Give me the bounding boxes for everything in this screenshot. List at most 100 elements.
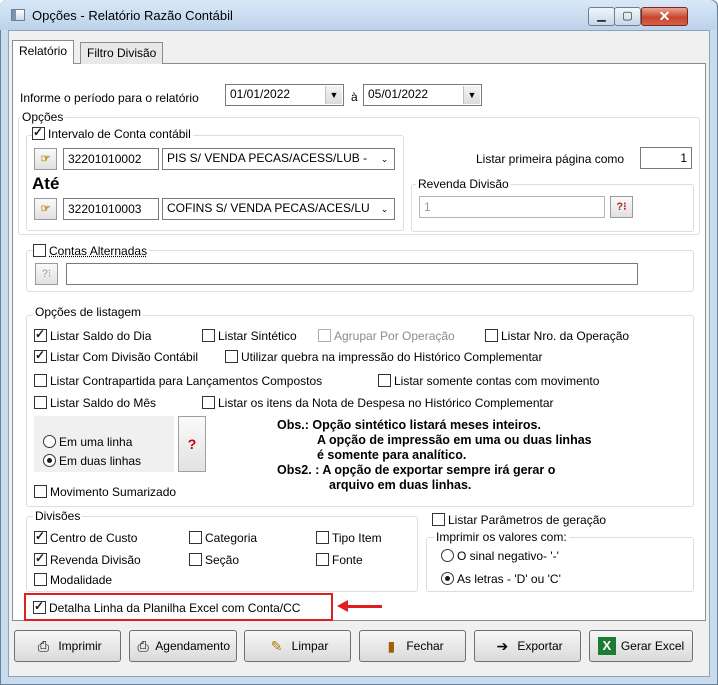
conta-de-name[interactable]: PIS S/ VENDA PECAS/ACESS/LUB - ⌄ xyxy=(162,148,395,170)
date-to-value: 05/01/2022 xyxy=(368,87,429,101)
radio[interactable] xyxy=(43,454,56,468)
arrow-icon xyxy=(346,605,382,608)
fechar-label: Fechar xyxy=(406,639,444,653)
radio-duas-linhas[interactable]: Em duas linhas xyxy=(43,453,141,468)
divisoes-title: Divisões xyxy=(33,509,83,523)
date-to-field[interactable]: 05/01/2022 ▼ xyxy=(363,84,482,106)
label: Listar Sintético xyxy=(218,328,297,343)
contas-alternadas-checkbox[interactable]: Contas Alternadas xyxy=(33,243,150,258)
obs-line: é somente para analítico. xyxy=(317,448,467,462)
chk-categoria[interactable]: Categoria xyxy=(189,530,257,545)
contas-alternadas-check-box[interactable] xyxy=(33,244,46,258)
export-icon: ➔ xyxy=(496,638,509,654)
chk-revenda-divisao[interactable]: Revenda Divisão xyxy=(34,551,141,567)
chk-fonte[interactable]: Fonte xyxy=(316,552,363,567)
lookup-account-icon[interactable]: ☞ xyxy=(34,148,57,170)
label: Modalidade xyxy=(50,572,113,587)
chk-movimento-sumarizado[interactable]: Movimento Sumarizado xyxy=(34,484,176,499)
minimize-button[interactable]: ▁ xyxy=(588,7,615,26)
periodo-label: Informe o período para o relatório xyxy=(20,91,199,105)
radio-uma-linha[interactable]: Em uma linha xyxy=(43,434,132,449)
radio[interactable] xyxy=(43,435,56,449)
checkbox[interactable] xyxy=(225,350,238,364)
help-question-icon[interactable]: ? xyxy=(178,416,206,472)
chk-tipo-item[interactable]: Tipo Item xyxy=(316,530,382,545)
obs-line: Obs.: Opção sintético listará meses inte… xyxy=(277,418,541,432)
chk-secao[interactable]: Seção xyxy=(189,552,239,567)
chk-contas-com-movimento[interactable]: Listar somente contas com movimento xyxy=(378,373,599,388)
maximize-icon: ▢ xyxy=(622,10,633,22)
label: O sinal negativo- '-' xyxy=(457,548,559,563)
checkbox[interactable] xyxy=(202,329,215,343)
checkbox[interactable] xyxy=(189,553,202,567)
checkbox[interactable] xyxy=(34,529,47,545)
chk-quebra-historico[interactable]: Utilizar quebra na impressão do Históric… xyxy=(225,349,542,364)
checkbox[interactable] xyxy=(34,348,47,364)
fechar-button[interactable]: ▮ Fechar xyxy=(359,630,466,662)
primeira-pagina-input[interactable]: 1 xyxy=(640,147,692,169)
label: Utilizar quebra na impressão do Históric… xyxy=(241,349,543,364)
revenda-input[interactable]: 1 xyxy=(419,196,605,218)
gerar-excel-button[interactable]: X Gerar Excel xyxy=(589,630,693,662)
printer-icon: ⎙ xyxy=(37,638,49,654)
checkbox[interactable] xyxy=(34,551,47,567)
conta-de-name-value: PIS S/ VENDA PECAS/ACESS/LUB - xyxy=(167,151,368,165)
chk-listar-saldo-mes[interactable]: Listar Saldo do Mês xyxy=(34,395,156,410)
broom-icon: ✎ xyxy=(270,638,283,654)
chk-listar-parametros[interactable]: Listar Parâmetros de geração xyxy=(432,512,606,527)
exportar-button[interactable]: ➔ Exportar xyxy=(474,630,581,662)
chevron-down-icon[interactable]: ▼ xyxy=(463,86,480,104)
chk-listar-sintetico[interactable]: Listar Sintético xyxy=(202,328,297,343)
checkbox[interactable] xyxy=(34,573,47,587)
highlight-box xyxy=(24,593,333,621)
checkbox[interactable] xyxy=(316,531,329,545)
radio[interactable] xyxy=(441,549,454,563)
close-icon: ✕ xyxy=(658,8,671,24)
label: Listar os itens da Nota de Despesa no Hi… xyxy=(218,395,554,410)
tab-relatorio[interactable]: Relatório xyxy=(12,40,75,64)
contas-alternadas-input[interactable] xyxy=(66,263,638,285)
checkbox[interactable] xyxy=(432,513,445,527)
conta-de-code[interactable]: 32201010002 xyxy=(63,148,159,170)
close-button[interactable]: ✕ xyxy=(641,7,688,26)
checkbox[interactable] xyxy=(316,553,329,567)
intervalo-check-box[interactable] xyxy=(32,125,45,141)
chk-modalidade[interactable]: Modalidade xyxy=(34,572,112,587)
chevron-down-icon[interactable]: ▼ xyxy=(325,86,342,104)
chk-listar-contrapartida[interactable]: Listar Contrapartida para Lançamentos Co… xyxy=(34,373,322,388)
maximize-button[interactable]: ▢ xyxy=(614,7,641,26)
lookup-account-icon[interactable]: ☞ xyxy=(34,198,57,220)
chevron-down-icon[interactable]: ⌄ xyxy=(376,150,393,168)
imprimir-button[interactable]: ⎙ Imprimir xyxy=(14,630,121,662)
label: Categoria xyxy=(205,530,258,545)
checkbox[interactable] xyxy=(202,396,215,410)
primeira-pagina-label: Listar primeira página como xyxy=(476,152,625,166)
chk-itens-nota-despesa[interactable]: Listar os itens da Nota de Despesa no Hi… xyxy=(202,395,554,410)
agendamento-button[interactable]: ⎙ Agendamento xyxy=(129,630,237,662)
chk-listar-saldo-dia[interactable]: Listar Saldo do Dia xyxy=(34,327,151,343)
chk-listar-nro-operacao[interactable]: Listar Nro. da Operação xyxy=(485,328,629,343)
label: Agrupar Por Operação xyxy=(334,328,455,343)
checkbox[interactable] xyxy=(378,374,391,388)
help-lookup-icon[interactable]: ?⁝ xyxy=(610,196,633,218)
chk-listar-divisao-contabil[interactable]: Listar Com Divisão Contábil xyxy=(34,348,198,364)
checkbox[interactable] xyxy=(189,531,202,545)
radio-sinal-negativo[interactable]: O sinal negativo- '-' xyxy=(441,548,559,563)
conta-ate-name[interactable]: COFINS S/ VENDA PECAS/ACES/LU ⌄ xyxy=(162,198,395,220)
checkbox[interactable] xyxy=(34,485,47,499)
conta-ate-code[interactable]: 32201010003 xyxy=(63,198,159,220)
label: As letras - 'D' ou 'C' xyxy=(457,571,561,586)
checkbox[interactable] xyxy=(485,329,498,343)
date-from-field[interactable]: 01/01/2022 ▼ xyxy=(225,84,344,106)
radio-letras[interactable]: As letras - 'D' ou 'C' xyxy=(441,571,561,586)
checkbox[interactable] xyxy=(34,327,47,343)
checkbox[interactable] xyxy=(34,374,47,388)
intervalo-checkbox[interactable]: Intervalo de Conta contábil xyxy=(32,125,193,141)
tab-filtro-divisao[interactable]: Filtro Divisão xyxy=(80,42,164,64)
chevron-down-icon[interactable]: ⌄ xyxy=(376,200,393,218)
radio[interactable] xyxy=(441,572,454,586)
chk-centro-custo[interactable]: Centro de Custo xyxy=(34,529,137,545)
checkbox[interactable] xyxy=(34,396,47,410)
limpar-button[interactable]: ✎ Limpar xyxy=(244,630,351,662)
label: Listar Parâmetros de geração xyxy=(448,512,607,527)
